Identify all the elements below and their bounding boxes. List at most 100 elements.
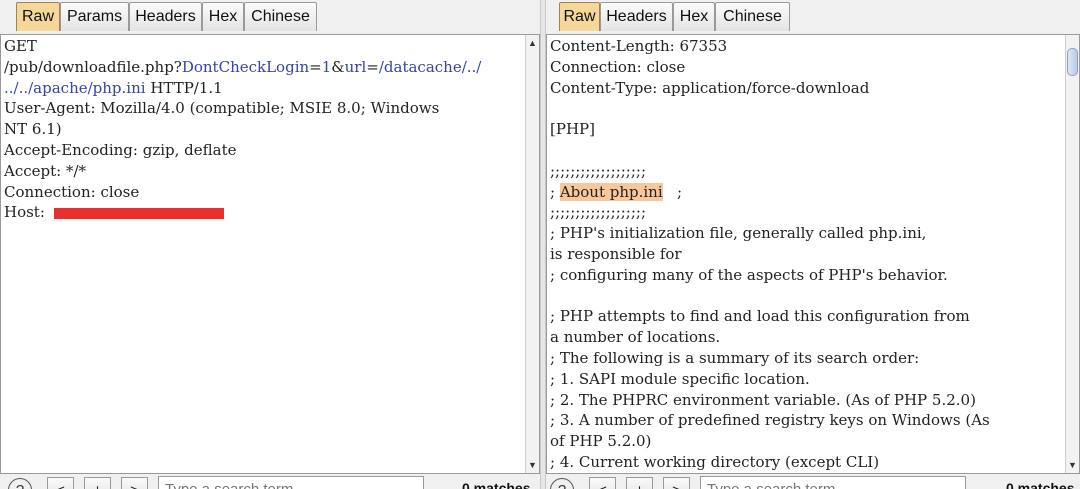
response-line: ; 3. A number of predefined registry key… xyxy=(550,410,990,431)
scroll-up-arrow-icon[interactable]: ▲ xyxy=(527,37,538,49)
response-line: a number of locations. xyxy=(550,327,990,348)
request-matches-count: 0 matches xyxy=(462,480,531,489)
request-text-segment: url xyxy=(344,57,367,76)
response-matches-count: 0 matches xyxy=(1006,480,1075,489)
request-line: NT 6.1) xyxy=(4,119,481,140)
next-match-button[interactable]: > xyxy=(121,477,148,489)
response-text-segment: ; PHP's initialization file, generally c… xyxy=(550,224,927,243)
request-line: /pub/downloadfile.php?DontCheckLogin=1&u… xyxy=(4,57,481,78)
previous-match-button[interactable]: < xyxy=(47,477,74,489)
request-line: Host: xyxy=(4,202,481,223)
response-line: Connection: close xyxy=(550,57,990,78)
request-line: Accept: */* xyxy=(4,161,481,182)
scroll-down-arrow-icon[interactable]: ▼ xyxy=(527,459,538,471)
request-scrollbar[interactable]: ▲ ▼ xyxy=(525,35,539,473)
response-line: ; The following is a summary of its sear… xyxy=(550,348,990,369)
request-text-segment: /pub/downloadfile.php? xyxy=(4,57,182,76)
response-line xyxy=(550,286,990,307)
request-search-input[interactable] xyxy=(158,476,424,489)
request-text-segment: = xyxy=(309,57,322,76)
request-text-segment: ../../apache/php.ini xyxy=(4,78,146,97)
response-text-segment: ; PHP attempts to find and load this con… xyxy=(550,307,970,326)
response-text-segment: of PHP 5.2.0) xyxy=(550,432,652,451)
request-tab-headers[interactable]: Headers xyxy=(129,2,202,31)
response-line: ; 1. SAPI module specific location. xyxy=(550,369,990,390)
request-text-segment: NT 6.1) xyxy=(4,120,62,139)
request-text-segment: & xyxy=(331,57,345,76)
response-line xyxy=(550,98,990,119)
response-line: of PHP 5.2.0) xyxy=(550,431,990,452)
request-line: User-Agent: Mozilla/4.0 (compatible; MSI… xyxy=(4,98,481,119)
request-text[interactable]: GET/pub/downloadfile.php?DontCheckLogin=… xyxy=(4,36,481,223)
response-text-segment: Content-Type: application/force-download xyxy=(550,78,870,97)
request-line: Accept-Encoding: gzip, deflate xyxy=(4,140,481,161)
response-text-segment: About php.ini xyxy=(559,182,663,201)
help-icon[interactable]: ? xyxy=(8,478,32,489)
request-text-segment: Host: xyxy=(4,203,50,222)
request-text-segment: HTTP/1.1 xyxy=(145,78,223,97)
request-text-segment: Accept: */* xyxy=(4,161,87,180)
response-scrollbar[interactable]: ▼ xyxy=(1065,35,1079,473)
request-text-segment: 1 xyxy=(321,57,332,76)
request-text-segment: User-Agent: Mozilla/4.0 (compatible; MSI… xyxy=(4,99,440,118)
response-text-segment: Connection: close xyxy=(550,57,686,76)
response-tab-raw[interactable]: Raw xyxy=(559,2,600,31)
response-raw-viewer[interactable]: Content-Length: 67353 Connection: close Co… xyxy=(546,34,1080,474)
response-text-segment: ;;;;;;;;;;;;;;;;;;; xyxy=(550,203,647,222)
request-line: ../../apache/php.ini HTTP/1.1 xyxy=(4,78,481,99)
response-text-segment: ; configuring many of the aspects of PHP… xyxy=(550,265,948,284)
response-line: Content-Length: 67353 xyxy=(550,36,990,57)
response-line: ; PHP attempts to find and load this con… xyxy=(550,306,990,327)
response-scroll-thumb[interactable] xyxy=(1067,48,1078,76)
request-tab-chinese[interactable]: Chinese xyxy=(244,2,317,31)
response-line: ; 4. Current working directory (except C… xyxy=(550,452,990,473)
request-raw-editor[interactable]: GET/pub/downloadfile.php?DontCheckLogin=… xyxy=(0,34,540,474)
scroll-down-arrow-icon[interactable]: ▼ xyxy=(1067,459,1078,471)
request-text-segment: GET xyxy=(4,37,37,55)
request-tab-params[interactable]: Params xyxy=(60,2,129,31)
request-text-segment: Accept-Encoding: gzip, deflate xyxy=(4,140,237,159)
response-text-segment: ; The following is a summary of its sear… xyxy=(550,348,920,367)
request-line: Connection: close xyxy=(4,182,481,203)
request-pane: Raw Params Headers Hex Chinese GET/pub/d… xyxy=(0,0,540,489)
response-line: ; PHP's initialization file, generally c… xyxy=(550,223,990,244)
response-line: [PHP] xyxy=(550,119,990,140)
request-tabbar: Raw Params Headers Hex Chinese xyxy=(0,0,540,34)
request-text-segment: = xyxy=(366,57,379,76)
add-button[interactable]: + xyxy=(84,477,111,489)
response-text[interactable]: Content-Length: 67353 Connection: close Co… xyxy=(550,36,990,473)
response-line: ;;;;;;;;;;;;;;;;;;; xyxy=(550,161,990,182)
response-text-segment: a number of locations. xyxy=(550,328,721,347)
response-text-segment: ; 3. A number of predefined registry key… xyxy=(550,411,990,430)
add-button[interactable]: + xyxy=(626,477,653,489)
response-line: Content-Type: application/force-download xyxy=(550,78,990,99)
response-text-segment: ;;;;;;;;;;;;;;;;;;; xyxy=(550,161,647,180)
next-match-button[interactable]: > xyxy=(663,477,690,489)
response-text-segment: ; xyxy=(662,182,682,201)
response-line: ;;;;;;;;;;;;;;;;;;; xyxy=(550,202,990,223)
request-line: GET xyxy=(4,36,481,57)
response-line: ; About php.ini ; xyxy=(550,182,990,203)
response-tab-chinese[interactable]: Chinese xyxy=(715,2,790,31)
response-text-segment: ; 2. The PHPRC environment variable. (As… xyxy=(550,390,976,409)
request-tab-hex[interactable]: Hex xyxy=(202,2,244,31)
request-tab-raw[interactable]: Raw xyxy=(16,2,60,31)
response-text-segment: ; xyxy=(550,182,560,201)
response-text-segment: is responsible for xyxy=(550,244,682,263)
response-tabbar: Raw Headers Hex Chinese xyxy=(546,0,1080,34)
redacted-host xyxy=(53,207,224,219)
response-line: is responsible for xyxy=(550,244,990,265)
response-tab-hex[interactable]: Hex xyxy=(673,2,715,31)
response-text-segment: ; 1. SAPI module specific location. xyxy=(550,369,810,388)
response-line: ; configuring many of the aspects of PHP… xyxy=(550,265,990,286)
response-search-input[interactable] xyxy=(700,476,966,489)
response-line: ; 2. The PHPRC environment variable. (As… xyxy=(550,390,990,411)
previous-match-button[interactable]: < xyxy=(589,477,616,489)
request-search-bar: ? < + > 0 matches xyxy=(0,474,540,489)
response-pane: Raw Headers Hex Chinese Content-Length: … xyxy=(546,0,1080,489)
help-icon[interactable]: ? xyxy=(550,478,574,489)
response-text-segment: Content-Length: 67353 xyxy=(550,37,728,55)
response-text-segment: [PHP] xyxy=(550,120,595,139)
request-text-segment: /datacache/../ xyxy=(378,57,482,76)
response-tab-headers[interactable]: Headers xyxy=(600,2,673,31)
